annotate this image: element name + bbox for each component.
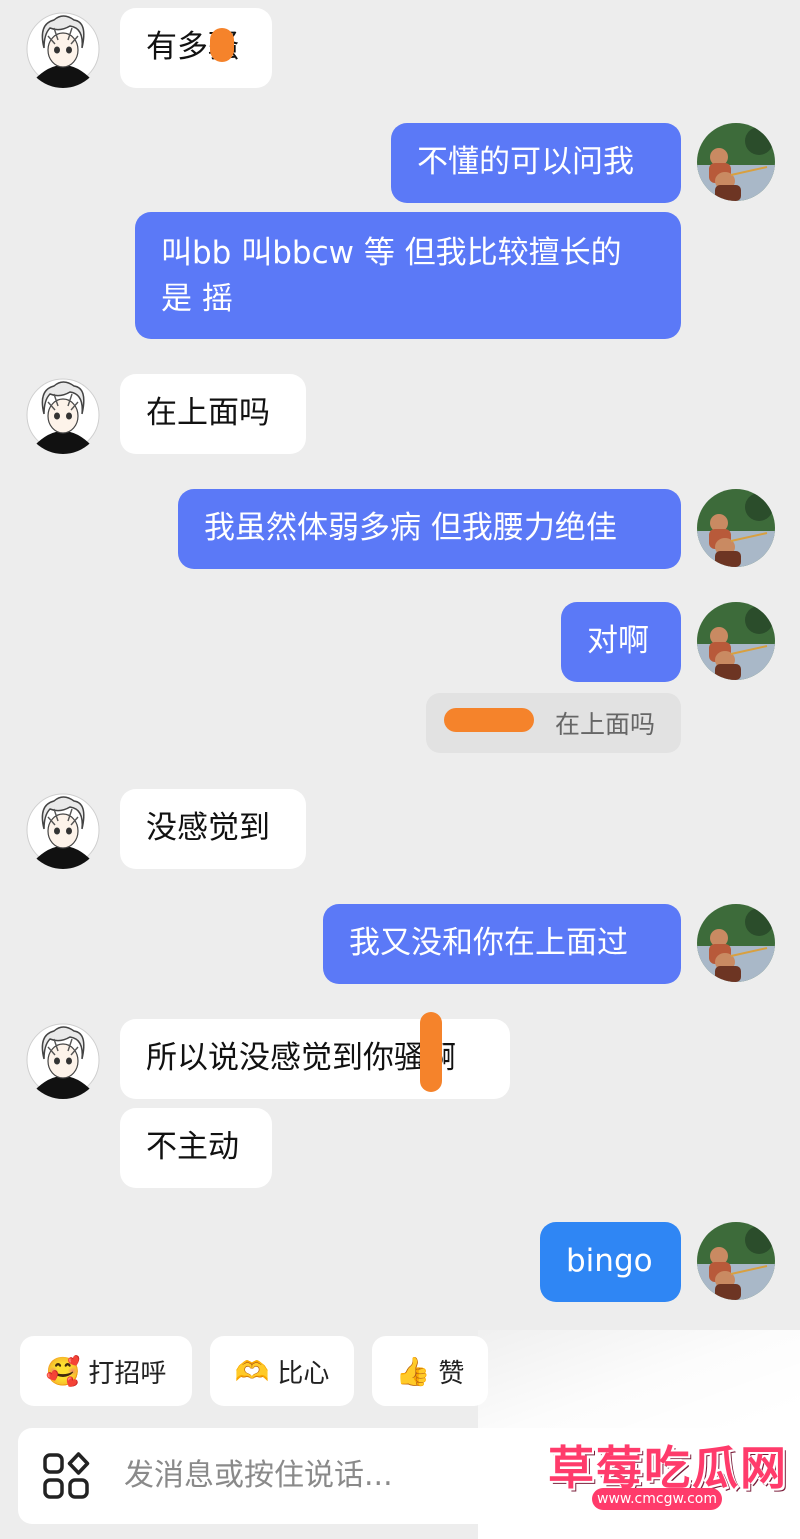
message-bubble-outgoing[interactable]: 不懂的可以问我 [391,123,681,203]
quick-reply-label: 比心 [277,1358,330,1389]
message-bubble-incoming[interactable]: 在上面吗 [120,374,306,454]
message-bubble-outgoing[interactable]: 叫bb 叫bbcw 等 但我比较擅长的 是 摇 [135,212,681,339]
redaction-mark [444,708,534,732]
quick-reply-heart[interactable]: 🫶 比心 [210,1336,354,1406]
message-bubble-incoming[interactable]: 不主动 [120,1108,272,1188]
watermark-url: www.cmcgw.com [592,1488,722,1510]
my-avatar[interactable] [697,904,775,982]
message-bubble-incoming[interactable]: 所以说没感觉到你骚啊 [120,1019,510,1099]
my-avatar[interactable] [697,1222,775,1300]
quoted-reply-text: 在上面吗 [554,710,655,739]
contact-avatar[interactable] [24,10,102,88]
apps-grid-icon[interactable] [42,1452,90,1500]
message-bubble-outgoing[interactable]: 我又没和你在上面过 [323,904,681,984]
redaction-mark [420,1012,442,1092]
heart-hands-icon: 🫶 [234,1354,270,1388]
quick-reply-label: 打招呼 [88,1358,167,1389]
message-bubble-incoming[interactable]: 有多骚 [120,8,272,88]
quick-reply-greet[interactable]: 🥰 打招呼 [20,1336,192,1406]
message-bubble-outgoing[interactable]: 我虽然体弱多病 但我腰力绝佳 [178,489,681,569]
quick-reply-label: 赞 [438,1358,465,1389]
contact-avatar[interactable] [24,791,102,869]
thumbs-up-icon: 👍 [395,1354,431,1388]
my-avatar[interactable] [697,602,775,680]
quick-reply-like[interactable]: 👍 赞 [372,1336,488,1406]
contact-avatar[interactable] [24,1021,102,1099]
contact-avatar[interactable] [24,376,102,454]
my-avatar[interactable] [697,123,775,201]
message-bubble-outgoing[interactable]: bingo [540,1222,681,1302]
redaction-mark [210,28,234,62]
smile-icon: 🥰 [45,1354,81,1388]
message-input-placeholder[interactable]: 发消息或按住说话... [124,1452,393,1500]
message-bubble-incoming[interactable]: 没感觉到 [120,789,306,869]
my-avatar[interactable] [697,489,775,567]
message-bubble-outgoing[interactable]: 对啊 [561,602,681,682]
